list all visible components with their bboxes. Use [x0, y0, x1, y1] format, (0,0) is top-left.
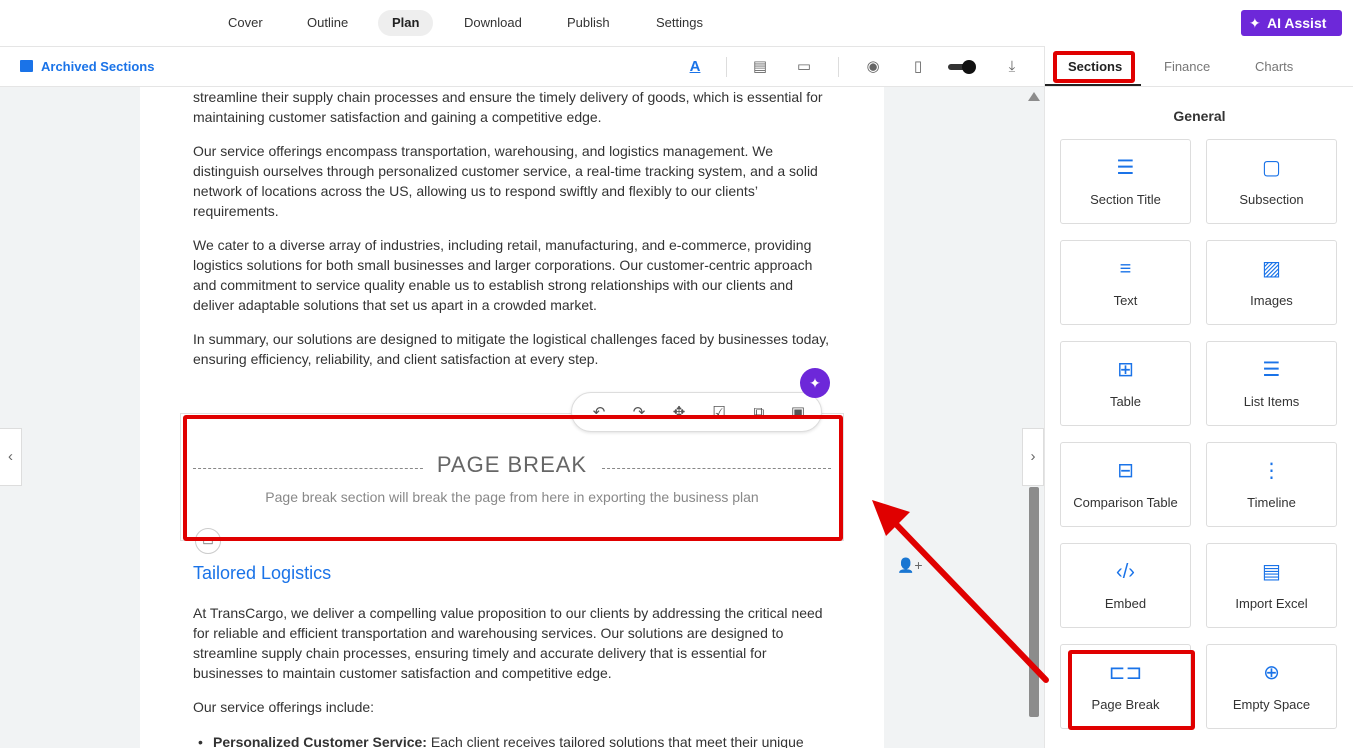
annotation-arrow [872, 500, 1049, 683]
arrow-shaft [889, 517, 1049, 683]
